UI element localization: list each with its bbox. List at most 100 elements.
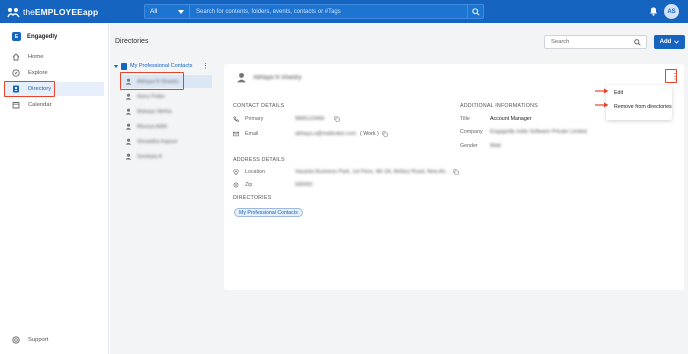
person-icon <box>125 123 132 130</box>
contact-list-item[interactable]: Sreekala K <box>120 150 212 163</box>
contact-details-heading: CONTACT DETAILS <box>233 103 285 109</box>
app-logo[interactable]: the EMPLOYEEapp <box>7 5 98 19</box>
directory-chip[interactable]: My Professional Contacts <box>234 208 303 217</box>
home-icon <box>12 53 20 61</box>
copy-icon[interactable] <box>382 131 388 137</box>
gender-value: Male <box>490 143 502 149</box>
add-button-label: Add <box>659 39 672 45</box>
email-address: abhaya.s@mailinator.com <box>295 131 357 137</box>
person-icon <box>125 138 132 145</box>
logo-name: EMPLOYEEapp <box>34 7 99 17</box>
directories-heading: DIRECTORIES <box>233 195 272 201</box>
sidebar-item-home[interactable]: Home <box>5 50 104 64</box>
contact-more-icon[interactable]: ⋮ <box>670 70 680 82</box>
support-icon <box>12 336 20 344</box>
contact-name: Abhaya N Shastry <box>137 78 179 85</box>
location-pin-icon <box>233 169 239 175</box>
directory-book-icon <box>121 62 127 70</box>
email-label: Email <box>233 131 258 137</box>
location-value: Vasanta Business Park, 1st Floor, 4th 2A… <box>295 169 460 175</box>
person-icon <box>125 93 132 100</box>
additional-info-heading: ADDITIONAL INFORMATIONS <box>460 103 538 109</box>
sidebar-item-calendar[interactable]: Calendar <box>5 98 104 112</box>
target-icon <box>233 182 239 188</box>
phone-icon <box>233 116 239 122</box>
directory-search-input[interactable]: Search <box>544 35 647 49</box>
person-icon <box>125 78 132 85</box>
user-avatar[interactable]: AS <box>664 4 679 19</box>
copy-icon[interactable] <box>453 169 460 175</box>
directory-icon <box>13 85 19 93</box>
caret-down-icon[interactable] <box>114 64 118 69</box>
contact-list-item[interactable]: Shraddha Kapoor <box>120 135 212 148</box>
menu-item-remove[interactable]: Remove from directories <box>614 104 672 110</box>
search-icon <box>634 38 641 46</box>
zip-label: Zip <box>233 182 252 188</box>
company-value: Engagedly India Software Private Limited <box>490 129 587 135</box>
contact-list-item[interactable]: Mourya Adith <box>120 120 212 133</box>
directory-header[interactable]: My Professional Contacts ⋮ <box>114 60 212 72</box>
title-label: Title <box>460 116 470 122</box>
logo-prefix: the <box>23 7 35 17</box>
email-label-text: Email <box>245 131 259 137</box>
sidebar-item-explore[interactable]: Explore <box>5 66 104 80</box>
copy-icon[interactable] <box>334 116 341 122</box>
contact-header: Abhaya N Shastry <box>236 72 301 83</box>
compass-icon <box>12 69 20 77</box>
location-address: Vasanta Business Park, 1st Floor, 4th 2A… <box>295 169 450 175</box>
person-icon <box>125 153 132 160</box>
sidebar: E Engagedly Home Explore Directory Calen… <box>0 23 109 354</box>
top-bar: the EMPLOYEEapp All Search for contents,… <box>0 0 688 23</box>
sidebar-item-label: Calendar <box>28 102 52 108</box>
primary-value: 9845123456 <box>295 116 341 122</box>
global-search-input[interactable]: Search for contents, folders, events, co… <box>190 9 467 15</box>
zip-value: 560092 <box>295 182 313 188</box>
add-button[interactable]: Add <box>654 35 685 49</box>
person-icon <box>237 72 246 83</box>
company-label: Company <box>460 129 483 135</box>
sidebar-item-directory[interactable]: Directory <box>5 82 104 96</box>
directory-more-icon[interactable]: ⋮ <box>202 62 212 70</box>
global-search: All Search for contents, folders, events… <box>144 4 484 19</box>
menu-item-edit[interactable]: Edit <box>614 90 623 96</box>
page-title: Directories <box>115 38 149 45</box>
title-value: Account Manager <box>490 116 532 122</box>
location-label: Location <box>233 169 265 175</box>
contact-name: Shraddha Kapoor <box>137 138 178 145</box>
contact-list-item[interactable]: Mahaan Mehta <box>120 105 212 118</box>
search-scope-select[interactable]: All <box>145 5 190 18</box>
contact-name: Sreekala K <box>137 153 163 160</box>
arrow-icon <box>595 88 609 94</box>
sidebar-item-label: Home <box>28 54 44 60</box>
contact-actions-menu: Edit Remove from directories <box>606 85 672 120</box>
directory-name: My Professional Contacts <box>130 63 193 69</box>
email-type: ( Work ) <box>360 131 379 137</box>
sidebar-item-label: Directory <box>28 86 52 92</box>
contact-name: Mahaan Mehta <box>137 108 172 115</box>
search-scope-label: All <box>150 8 158 15</box>
contact-list-item[interactable]: Harry Potter <box>120 90 212 103</box>
primary-label-text: Primary <box>245 116 264 122</box>
org-name[interactable]: E Engagedly <box>12 32 57 41</box>
zip-label-text: Zip <box>245 182 253 188</box>
location-label-text: Location <box>245 169 266 175</box>
address-heading: ADDRESS DETAILS <box>233 157 285 163</box>
global-search-button[interactable] <box>467 5 483 18</box>
main-content: Directories Search Add My Professional C… <box>110 23 688 354</box>
search-icon <box>471 7 480 16</box>
person-icon <box>125 108 132 115</box>
email-value: abhaya.s@mailinator.com ( Work ) <box>295 131 388 137</box>
contact-name: Mourya Adith <box>137 123 168 130</box>
contact-list-item[interactable]: Abhaya N Shastry <box>120 75 212 88</box>
directory-search-placeholder: Search <box>551 39 570 45</box>
contact-title: Abhaya N Shastry <box>253 74 302 81</box>
bell-icon[interactable] <box>649 6 658 16</box>
logo-icon <box>7 7 20 17</box>
org-logo-icon: E <box>12 32 21 41</box>
support-link[interactable]: Support <box>12 336 48 344</box>
email-icon <box>233 131 239 137</box>
org-label: Engagedly <box>27 33 58 40</box>
support-label: Support <box>28 337 49 343</box>
primary-label: Primary <box>233 116 263 122</box>
calendar-icon <box>12 102 20 109</box>
